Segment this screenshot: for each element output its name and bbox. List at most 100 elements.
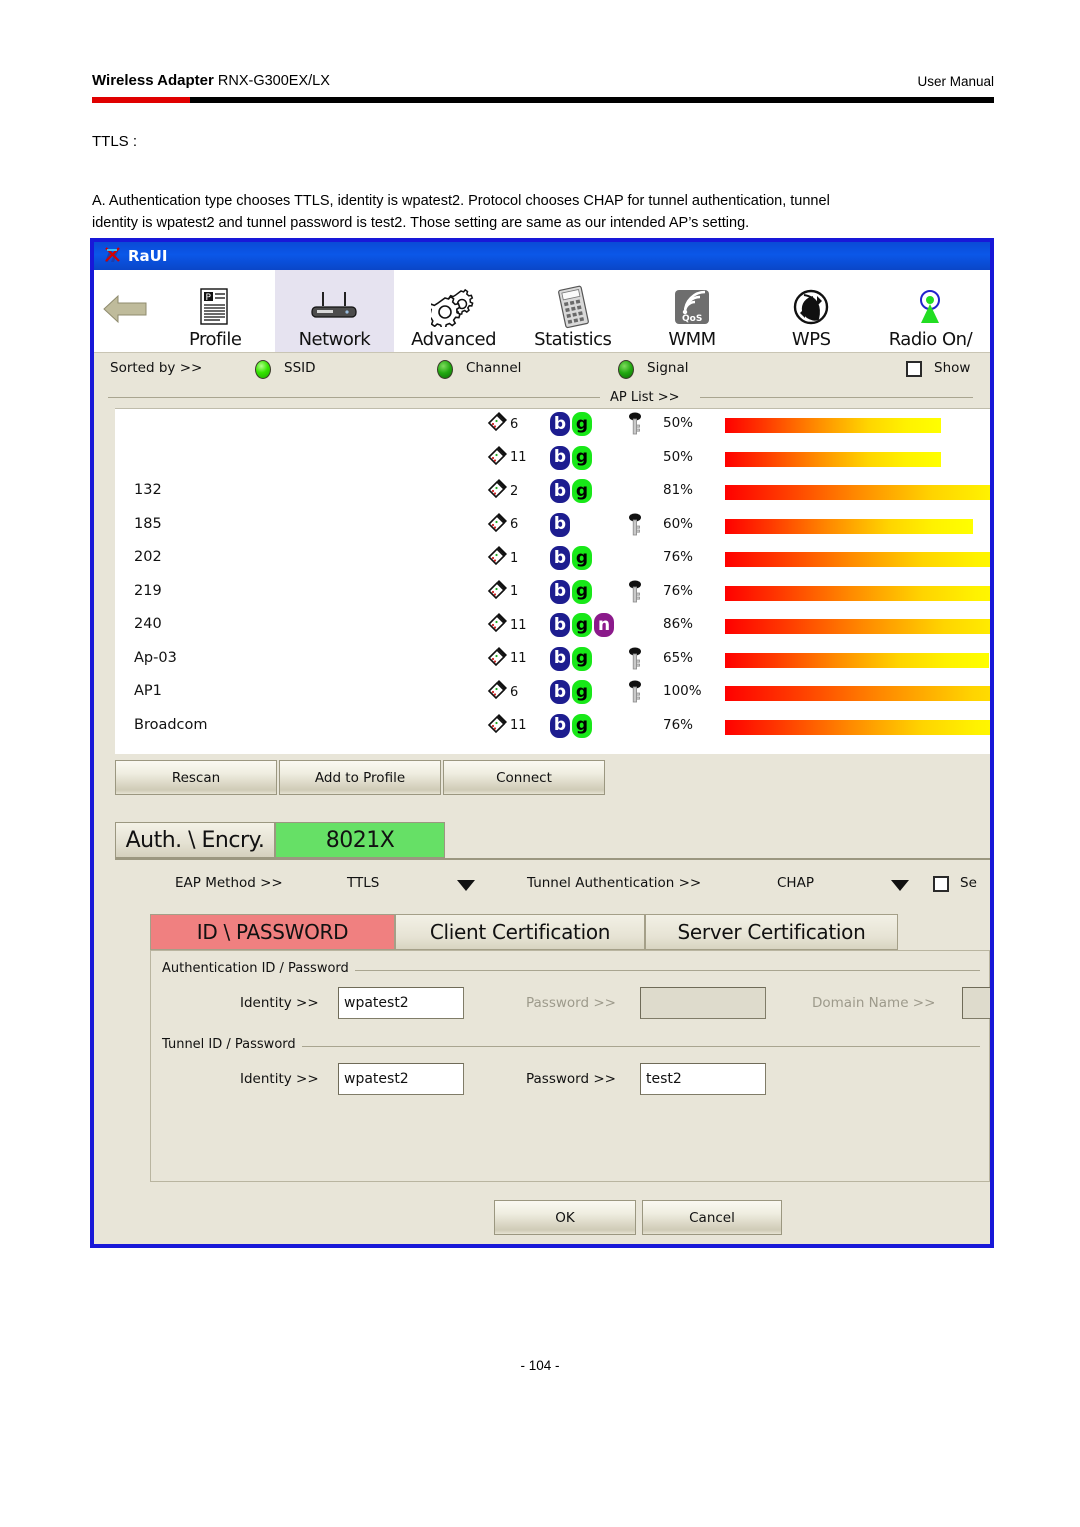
wifi-signal-icon (487, 412, 507, 432)
ap-mode-badges: bg (550, 546, 592, 570)
ap-list-row[interactable]: 219 1 b g 76% (115, 577, 990, 611)
sorted-by-label: Sorted by >> (110, 360, 203, 376)
session-resumption-checkbox[interactable] (933, 876, 949, 892)
ap-list-row[interactable]: 6 b g 50% (115, 409, 990, 443)
sort-radio-signal[interactable] (618, 360, 634, 379)
ap-list-row[interactable]: 240 11 b g n 86% (115, 610, 990, 644)
credential-panel: Authentication ID / Password Identity >>… (150, 950, 990, 1182)
radio-antenna-icon (912, 285, 948, 329)
sort-label-channel[interactable]: Channel (466, 360, 521, 376)
ap-ssid: 240 (134, 616, 162, 632)
show-checkbox-label[interactable]: Show (934, 360, 970, 376)
toolbar-label-radio: Radio On/ (888, 329, 973, 350)
toolbar-label-statistics: Statistics (534, 329, 612, 350)
header-user-manual: User Manual (917, 74, 994, 89)
auth-identity-input[interactable]: wpatest2 (338, 987, 464, 1019)
tab-8021x[interactable]: 8021X (275, 822, 445, 858)
sort-label-signal[interactable]: Signal (647, 360, 688, 376)
ap-signal-bar (725, 619, 990, 634)
ap-mode-badges: bg (550, 579, 592, 604)
ap-signal-bar (725, 418, 941, 433)
eap-method-value[interactable]: TTLS (347, 875, 379, 891)
svg-text:P: P (206, 293, 212, 303)
ap-mode-badges: bg (550, 412, 592, 436)
ap-list-rule-left (108, 397, 600, 398)
main-toolbar: P Profile Network Advanced Statistics Qo… (94, 270, 990, 353)
ap-list-row[interactable]: 11 b g 50% (115, 443, 990, 477)
authentication-id-group: Authentication ID / Password Identity >>… (162, 961, 990, 1031)
ap-ssid: 202 (134, 549, 162, 565)
add-to-profile-button[interactable]: Add to Profile (279, 760, 441, 795)
ap-ssid: 132 (134, 482, 162, 498)
toolbar-label-wmm: WMM (668, 329, 716, 350)
eap-method-chevron-down-icon[interactable] (457, 880, 475, 891)
header-title: Wireless Adapter RNX-G300EX/LX (92, 72, 330, 89)
ap-channel: 11 (487, 612, 527, 638)
connect-button[interactable]: Connect (443, 760, 605, 795)
toolbar-label-advanced: Advanced (411, 329, 497, 350)
rescan-button[interactable]: Rescan (115, 760, 277, 795)
ap-list-row[interactable]: 185 6 b 60% (115, 510, 990, 544)
ap-channel: 11 (487, 445, 527, 471)
toolbar-item-radio-toggle[interactable]: Radio On/ (871, 270, 990, 352)
header-divider-accent (92, 97, 190, 103)
tab-auth-encry[interactable]: Auth. \ Encry. (115, 822, 275, 858)
ap-mode-badges: bg (550, 713, 592, 738)
ap-mode-badge-g: g (572, 579, 592, 604)
ap-signal-percent: 76% (663, 582, 694, 599)
ap-list-row[interactable]: 132 2 b g 81% (115, 476, 990, 510)
header-model: RNX-G300EX/LX (213, 73, 330, 89)
toolbar-item-profile[interactable]: P Profile (156, 270, 275, 352)
toolbar-item-statistics[interactable]: Statistics (513, 270, 632, 352)
sort-options-bar: Sorted by >> SSID Channel Signal Show (94, 353, 990, 385)
ap-ssid: 185 (134, 515, 162, 532)
tunnel-auth-label: Tunnel Authentication >> (527, 875, 702, 891)
toolbar-item-wps[interactable]: WPS (752, 270, 871, 352)
toolbar-item-network[interactable]: Network (274, 270, 394, 352)
ap-security-key-icon (627, 412, 643, 441)
tab-server-certification[interactable]: Server Certification (645, 914, 898, 950)
eap-method-label: EAP Method >> (175, 875, 283, 891)
ap-mode-badges: bgn (550, 613, 614, 637)
ok-button[interactable]: OK (494, 1200, 636, 1235)
tunnel-auth-chevron-down-icon[interactable] (891, 880, 909, 891)
ap-security-key-icon (627, 580, 643, 609)
ap-list-row[interactable]: 202 1 b g 76% (115, 543, 990, 577)
ap-signal-bar (725, 652, 989, 668)
ap-mode-badge-b: b (550, 479, 570, 503)
ap-signal-percent: 50% (663, 415, 694, 431)
ap-signal-percent: 50% (663, 448, 694, 465)
sort-radio-ssid[interactable] (255, 360, 271, 379)
tunnel-auth-value[interactable]: CHAP (777, 875, 814, 891)
gears-icon (430, 285, 477, 329)
cancel-button[interactable]: Cancel (642, 1200, 782, 1235)
wifi-signal-icon (487, 646, 507, 666)
ap-mode-badge-b: b (550, 613, 570, 637)
window-title-bar: RaUI (94, 242, 990, 270)
ap-list-row[interactable]: AP1 6 b g 100% (115, 677, 990, 711)
tab-id-password[interactable]: ID \ PASSWORD (150, 914, 395, 950)
intro-paragraph-line-1: A. Authentication type chooses TTLS, ide… (92, 193, 830, 209)
auth-password-label: Password >> (526, 995, 616, 1011)
header-title-bold: Wireless Adapter (92, 72, 214, 89)
tunnel-password-input[interactable]: test2 (640, 1063, 766, 1095)
show-checkbox[interactable] (906, 361, 922, 377)
auth-domain-input (962, 987, 990, 1019)
ap-list-row[interactable]: Broadcom 11 b g 76% (115, 711, 990, 745)
session-resumption-label[interactable]: Se (960, 875, 977, 891)
toolbar-item-advanced[interactable]: Advanced (394, 270, 513, 352)
tab-client-certification[interactable]: Client Certification (395, 914, 645, 950)
tunnel-identity-input[interactable]: wpatest2 (338, 1063, 464, 1095)
ap-signal-percent: 65% (663, 649, 694, 666)
ap-channel: 11 (487, 646, 527, 672)
ap-list[interactable]: 6 b g 50% 11 b g 50% 132 2 b g 81% 185 6 b 60% 202 1 b g 76% 2… (115, 408, 990, 754)
wifi-signal-icon (487, 546, 507, 566)
sort-label-ssid[interactable]: SSID (284, 360, 316, 376)
back-button[interactable] (94, 270, 156, 352)
toolbar-item-wmm[interactable]: QoS WMM (632, 270, 751, 352)
ap-mode-badge-b: b (550, 713, 570, 738)
ap-list-row[interactable]: Ap-03 11 b g 65% (115, 644, 990, 678)
svg-text:QoS: QoS (682, 314, 702, 324)
sort-radio-channel[interactable] (437, 360, 453, 379)
auth-password-input (640, 987, 766, 1019)
